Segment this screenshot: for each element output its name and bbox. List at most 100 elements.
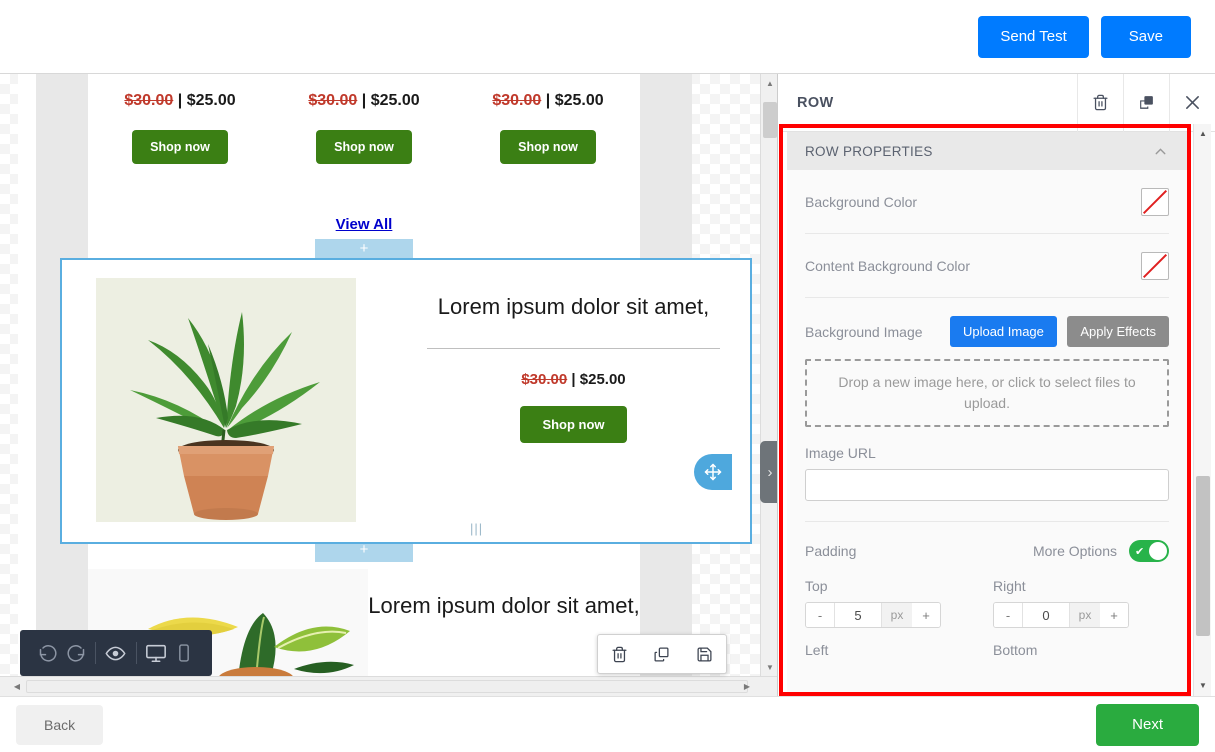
mobile-view-button[interactable]: [170, 643, 198, 663]
bottom-navigation-bar: Back Next: [0, 696, 1215, 752]
redo-icon: [66, 643, 86, 663]
save-button[interactable]: Save: [1101, 16, 1191, 58]
product-card[interactable]: $30.00 | $25.00 Shop now: [456, 92, 640, 164]
canvas-horizontal-scrollbar[interactable]: ◀ ▶: [0, 676, 778, 696]
next-button[interactable]: Next: [1096, 704, 1199, 746]
shop-now-button[interactable]: Shop now: [132, 130, 228, 164]
padding-right-stepper[interactable]: - 0 px +: [993, 602, 1129, 628]
image-url-input[interactable]: [805, 469, 1169, 501]
current-price: $25.00: [371, 92, 420, 109]
desktop-icon: [145, 642, 167, 664]
selected-row-text-cell[interactable]: Lorem ipsum dolor sit amet, $30.00 | $25…: [407, 260, 750, 542]
padding-left-field: Left: [805, 642, 965, 666]
mobile-icon: [174, 643, 194, 663]
selected-row[interactable]: Lorem ipsum dolor sit amet, $30.00 | $25…: [60, 258, 752, 544]
padding-top-value[interactable]: 5: [834, 603, 882, 627]
product-price-row: $30.00 | $25.00 Shop now $30.00 | $25.00…: [88, 92, 640, 164]
send-test-button[interactable]: Send Test: [978, 16, 1088, 58]
current-price: $25.00: [187, 92, 236, 109]
increment-button[interactable]: +: [912, 603, 940, 627]
more-options-toggle[interactable]: ✔: [1129, 540, 1169, 562]
scroll-left-arrow[interactable]: ◀: [8, 677, 26, 696]
canvas-vertical-scrollbar[interactable]: ▲ ▼: [760, 74, 778, 676]
desktop-view-button[interactable]: [143, 642, 171, 664]
product-card[interactable]: $30.00 | $25.00 Shop now: [88, 92, 272, 164]
scroll-right-arrow[interactable]: ▶: [738, 677, 756, 696]
scroll-down-arrow[interactable]: ▼: [761, 658, 778, 676]
row-drag-handle[interactable]: [694, 454, 732, 490]
panel-collapse-tab[interactable]: ›: [760, 441, 778, 503]
padding-label: Padding: [805, 543, 856, 559]
padding-header-row: Padding More Options ✔: [805, 522, 1169, 562]
more-options-group: More Options ✔: [1033, 540, 1169, 562]
row-properties-section-header[interactable]: ROW PROPERTIES: [787, 132, 1187, 170]
background-color-swatch[interactable]: [1141, 188, 1169, 216]
panel-delete-button[interactable]: [1077, 74, 1123, 132]
product-card[interactable]: $30.00 | $25.00 Shop now: [272, 92, 456, 164]
decrement-button[interactable]: -: [994, 603, 1022, 627]
scroll-up-arrow[interactable]: ▲: [761, 74, 778, 92]
email-canvas[interactable]: $30.00 | $25.00 Shop now $30.00 | $25.00…: [0, 74, 778, 696]
padding-right-label: Right: [993, 578, 1153, 594]
selected-row-heading: Lorem ipsum dolor sit amet,: [421, 292, 726, 322]
unit-label: px: [1070, 603, 1100, 627]
panel-close-button[interactable]: [1169, 74, 1215, 132]
scroll-down-arrow[interactable]: ▼: [1194, 676, 1212, 694]
redo-button[interactable]: [62, 643, 90, 663]
toggle-knob: [1149, 542, 1167, 560]
padding-top-field: Top - 5 px +: [805, 578, 965, 628]
scroll-thumb[interactable]: [1196, 476, 1210, 636]
apply-effects-button[interactable]: Apply Effects: [1067, 316, 1169, 347]
panel-duplicate-button[interactable]: [1123, 74, 1169, 132]
check-icon: ✔: [1135, 545, 1144, 558]
old-price: $30.00: [521, 371, 567, 388]
padding-fields-row-2: Left Bottom: [805, 642, 1169, 666]
scroll-thumb-horizontal[interactable]: [26, 680, 748, 693]
background-color-label: Background Color: [805, 194, 917, 210]
plant-image-1[interactable]: [96, 278, 356, 522]
column-resize-handle[interactable]: |||: [470, 520, 480, 538]
old-price: $30.00: [308, 92, 357, 109]
decrement-button[interactable]: -: [806, 603, 834, 627]
more-options-label: More Options: [1033, 543, 1117, 559]
next-row-heading: Lorem ipsum dolor sit amet,: [368, 591, 640, 621]
increment-button[interactable]: +: [1100, 603, 1128, 627]
old-price: $30.00: [124, 92, 173, 109]
back-button[interactable]: Back: [16, 705, 103, 745]
panel-scroll-content: ROW PROPERTIES Background Color Content …: [787, 132, 1187, 696]
shop-now-button[interactable]: Shop now: [316, 130, 412, 164]
toolbar-separator: [95, 642, 96, 664]
price-line: $30.00 | $25.00: [272, 92, 456, 110]
main-area: $30.00 | $25.00 Shop now $30.00 | $25.00…: [0, 74, 1215, 696]
padding-top-stepper[interactable]: - 5 px +: [805, 602, 941, 628]
duplicate-icon[interactable]: [653, 646, 670, 663]
scroll-up-arrow[interactable]: ▲: [1194, 124, 1212, 142]
content-background-color-swatch[interactable]: [1141, 252, 1169, 280]
email-content-column: $30.00 | $25.00 Shop now $30.00 | $25.00…: [88, 74, 640, 676]
save-icon[interactable]: [696, 646, 713, 663]
scroll-thumb[interactable]: [763, 102, 777, 138]
price-separator: |: [571, 371, 575, 388]
padding-right-field: Right - 0 px +: [993, 578, 1153, 628]
price-separator: |: [362, 92, 366, 109]
image-dropzone[interactable]: Drop a new image here, or click to selec…: [805, 359, 1169, 427]
selected-row-image-cell[interactable]: [62, 260, 407, 542]
background-image-row: Background Image Upload Image Apply Effe…: [805, 298, 1169, 347]
shop-now-button[interactable]: Shop now: [520, 406, 626, 443]
preview-button[interactable]: [102, 643, 130, 664]
unit-label: px: [882, 603, 912, 627]
close-icon: [1184, 94, 1201, 111]
padding-right-value[interactable]: 0: [1022, 603, 1070, 627]
upload-image-button[interactable]: Upload Image: [950, 316, 1057, 347]
email-body: $30.00 | $25.00 Shop now $30.00 | $25.00…: [18, 74, 692, 676]
current-price: $25.00: [555, 92, 604, 109]
content-background-color-label: Content Background Color: [805, 258, 970, 274]
panel-vertical-scrollbar[interactable]: ▲ ▼: [1193, 124, 1211, 696]
highlighted-region: ROW PROPERTIES Background Color Content …: [779, 124, 1191, 696]
view-all-link[interactable]: View All: [336, 216, 393, 233]
content-background-color-row: Content Background Color: [805, 234, 1169, 298]
delete-icon[interactable]: [611, 646, 628, 663]
undo-button[interactable]: [34, 643, 62, 663]
shop-now-button[interactable]: Shop now: [500, 130, 596, 164]
padding-top-label: Top: [805, 578, 965, 594]
